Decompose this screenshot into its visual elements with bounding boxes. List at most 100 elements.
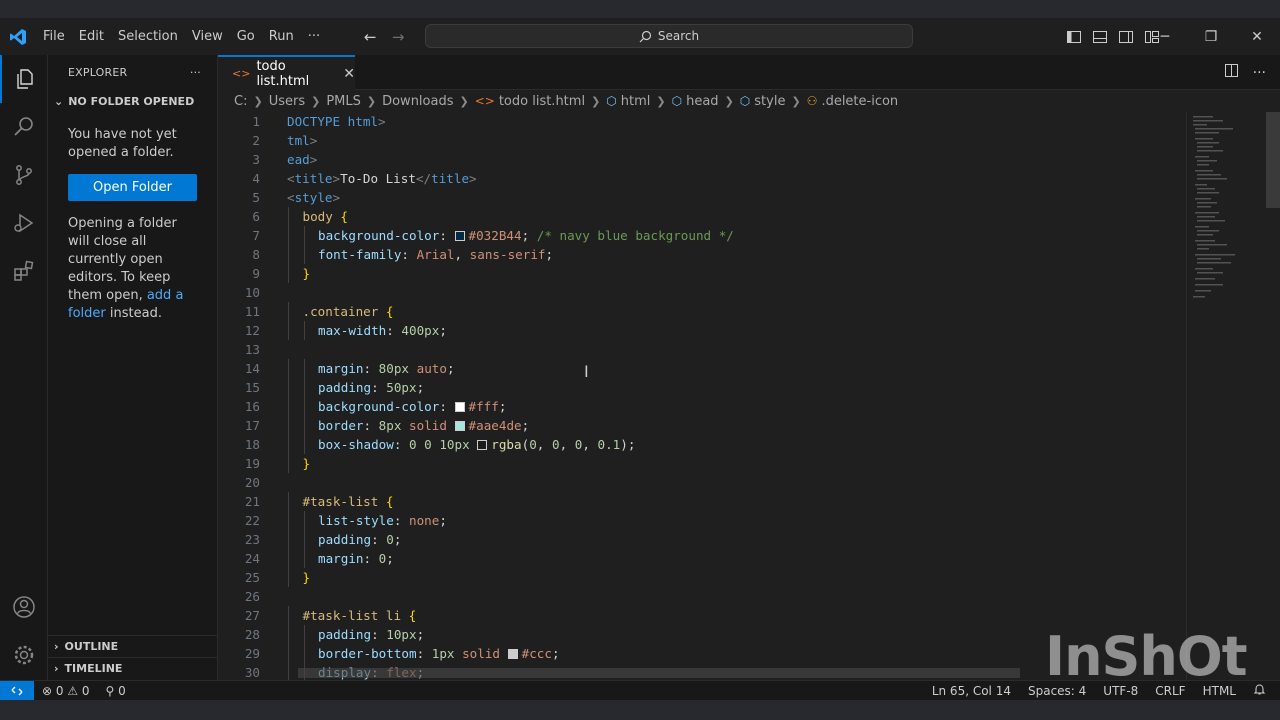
code-line[interactable]: 18 box-shadow: 0 0 10px rgba(0, 0, 0, 0.1…	[218, 435, 1186, 454]
toggle-secondary-sidebar-icon[interactable]	[1118, 29, 1134, 45]
cursor-position[interactable]: Ln 65, Col 14	[932, 684, 1011, 698]
source-control-icon[interactable]	[0, 151, 48, 199]
breadcrumb-item-downloads[interactable]: Downloads	[382, 94, 453, 109]
code-line[interactable]: 28 padding: 10px;	[218, 625, 1186, 644]
code-line[interactable]: 4 <title>To-Do List</title>	[218, 169, 1186, 188]
code-token: }	[302, 266, 311, 281]
breadcrumb-item-file[interactable]: todo list.html	[499, 94, 585, 109]
code-line[interactable]: 1 DOCTYPE html>	[218, 112, 1186, 131]
code-token: sans-serif	[469, 247, 546, 262]
vscode-logo-icon[interactable]	[0, 18, 36, 55]
run-debug-icon[interactable]	[0, 199, 48, 247]
breadcrumb-item-selector[interactable]: .delete-icon	[821, 94, 898, 109]
color-swatch[interactable]	[454, 402, 465, 412]
code-editor[interactable]: 1 DOCTYPE html> 2 tml> 3 ead> 4 <title>To-Do Li…	[218, 112, 1186, 680]
code-line[interactable]: 2 tml>	[218, 131, 1186, 150]
breadcrumb-item-html[interactable]: html	[621, 94, 651, 109]
breadcrumb-item-users[interactable]: Users	[269, 94, 305, 109]
split-editor-icon[interactable]	[1224, 63, 1239, 82]
color-swatch[interactable]	[454, 231, 465, 241]
explorer-icon[interactable]	[0, 55, 48, 103]
restore-icon[interactable]: ❐	[1188, 18, 1234, 55]
code-line[interactable]: 24 margin: 0;	[218, 549, 1186, 568]
breadcrumb-item-drive[interactable]: C:	[234, 94, 247, 109]
menu-go[interactable]: Go	[230, 18, 262, 55]
vertical-scrollbar[interactable]	[1266, 112, 1280, 680]
ports-indicator[interactable]: ⚲ 0	[106, 684, 126, 698]
code-line[interactable]: 6 body {	[218, 207, 1186, 226]
back-arrow-icon[interactable]: ←	[359, 28, 381, 46]
tab-todo-list-html[interactable]: <> todo list.html ✕	[218, 55, 355, 90]
minimap[interactable]	[1186, 112, 1266, 680]
code-line[interactable]: 20	[218, 473, 1186, 492]
code-line[interactable]: 19}	[218, 454, 1186, 473]
code-token: >	[332, 190, 341, 205]
code-token: ,	[454, 247, 470, 262]
code-line[interactable]: 9}	[218, 264, 1186, 283]
code-token: 0	[551, 437, 560, 452]
code-line[interactable]: 25}	[218, 568, 1186, 587]
explorer-more-actions[interactable]: ···	[190, 66, 201, 79]
breadcrumb-item-head[interactable]: head	[686, 94, 718, 109]
menu-selection[interactable]: Selection	[111, 18, 185, 55]
color-swatch[interactable]	[477, 440, 488, 450]
code-token: ;	[545, 247, 554, 262]
account-icon[interactable]	[0, 583, 48, 631]
menu-view[interactable]: View	[185, 18, 230, 55]
code-line[interactable]: 14 margin: 80px auto;	[218, 359, 1186, 378]
code-line[interactable]: 29 border-bottom: 1px solid #ccc;	[218, 644, 1186, 663]
breadcrumb-item-style[interactable]: style	[754, 94, 785, 109]
code-line[interactable]: 15 padding: 50px;	[218, 378, 1186, 397]
remote-indicator-icon[interactable]	[0, 680, 34, 701]
notifications-bell-icon[interactable]	[1253, 683, 1266, 699]
horizontal-scrollbar[interactable]	[298, 668, 1020, 678]
code-line[interactable]: 7 background-color: #032B44; /* navy blue…	[218, 226, 1186, 245]
code-line[interactable]: 3 ead>	[218, 150, 1186, 169]
code-text: border-bottom: 1px solid #ccc;	[318, 644, 560, 663]
settings-gear-icon[interactable]	[0, 631, 48, 679]
code-line[interactable]: 13	[218, 340, 1186, 359]
code-token: ;	[521, 228, 537, 243]
editor-more-actions-icon[interactable]: ···	[1253, 65, 1266, 81]
menu-more[interactable]: ···	[301, 18, 327, 55]
problems-indicator[interactable]: ⊗ 0 ⚠ 0	[42, 684, 90, 698]
minimize-icon[interactable]: ─	[1142, 18, 1188, 55]
menu-file[interactable]: File	[36, 18, 72, 55]
search-view-icon[interactable]	[0, 103, 48, 151]
close-window-icon[interactable]: ✕	[1234, 18, 1280, 55]
line-number: 28	[244, 627, 260, 642]
color-swatch[interactable]	[507, 649, 518, 659]
code-line[interactable]: 12 max-width: 400px;	[218, 321, 1186, 340]
code-text: padding: 0;	[318, 530, 401, 549]
breadcrumb-item-pmls[interactable]: PMLS	[326, 94, 361, 109]
code-line[interactable]: 23 padding: 0;	[218, 530, 1186, 549]
code-token: rgba	[491, 437, 522, 452]
code-token: #task-list	[302, 494, 386, 509]
menu-edit[interactable]: Edit	[72, 18, 111, 55]
open-folder-button[interactable]: Open Folder	[68, 174, 197, 201]
code-line[interactable]: 5 <style>	[218, 188, 1186, 207]
code-line[interactable]: 11 .container {	[218, 302, 1186, 321]
outline-section-header[interactable]: › OUTLINE	[48, 635, 217, 657]
toggle-panel-icon[interactable]	[1092, 29, 1108, 45]
no-folder-section-header[interactable]: ⌄ NO FOLDER OPENED	[48, 90, 217, 112]
code-line[interactable]: 21 #task-list {	[218, 492, 1186, 511]
code-line[interactable]: 16 background-color: #fff;	[218, 397, 1186, 416]
timeline-section-header[interactable]: › TIMELINE	[48, 657, 217, 679]
code-token: title	[294, 171, 333, 186]
code-line[interactable]: 10	[218, 283, 1186, 302]
menu-run[interactable]: Run	[262, 18, 301, 55]
code-line[interactable]: 17 border: 8px solid #aae4de;	[218, 416, 1186, 435]
code-line[interactable]: 27 #task-list li {	[218, 606, 1186, 625]
command-search-box[interactable]: Search	[425, 24, 913, 48]
forward-arrow-icon[interactable]: →	[387, 28, 409, 46]
extensions-icon[interactable]	[0, 247, 48, 295]
color-swatch[interactable]	[454, 421, 465, 431]
scrollbar-thumb[interactable]	[1266, 112, 1280, 208]
code-text: #task-list {	[303, 492, 394, 511]
toggle-primary-sidebar-icon[interactable]	[1066, 29, 1082, 45]
code-line[interactable]: 26	[218, 587, 1186, 606]
code-line[interactable]: 22 list-style: none;	[218, 511, 1186, 530]
code-line[interactable]: 8 font-family: Arial, sans-serif;	[218, 245, 1186, 264]
close-tab-icon[interactable]: ✕	[343, 66, 355, 82]
